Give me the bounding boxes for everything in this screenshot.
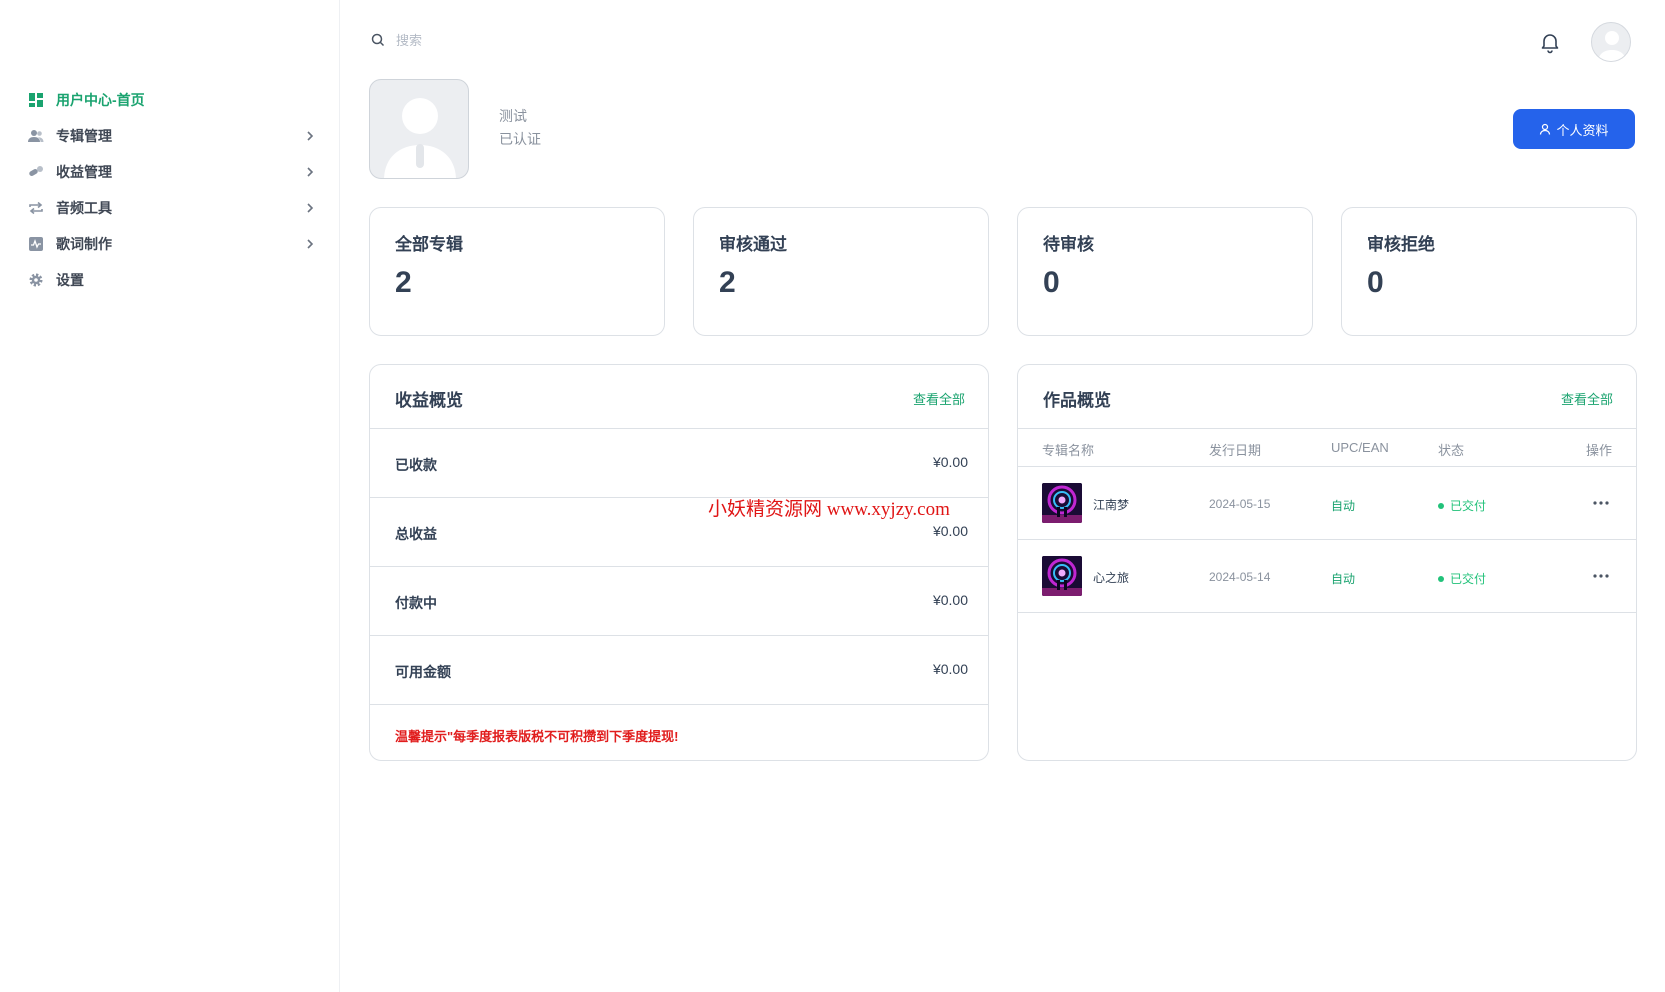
table-row[interactable]: 心之旅 2024-05-14 自动 已交付 — [1018, 540, 1636, 613]
earnings-row: 可用金额 ¥0.00 — [370, 636, 988, 705]
album-cover — [1042, 556, 1082, 596]
stat-label: 全部专辑 — [395, 235, 463, 254]
earnings-panel: 收益概览 查看全部 已收款 ¥0.00 总收益 ¥0.00 付款中 ¥0.00 … — [369, 364, 989, 761]
sidebar-item-label: 设置 — [56, 272, 84, 288]
sidebar-item-lyrics[interactable]: 歌词制作 — [28, 226, 318, 262]
album-name: 江南梦 — [1093, 498, 1130, 512]
earnings-row: 付款中 ¥0.00 — [370, 567, 988, 636]
column-header: UPC/EAN — [1331, 440, 1389, 455]
notice-text: 温馨提示"每季度报表版税不可积攒到下季度提现! — [395, 729, 679, 744]
table-header: 专辑名称 发行日期 UPC/EAN 状态 操作 — [1018, 429, 1636, 467]
chevron-right-icon — [307, 131, 314, 141]
bell-icon[interactable] — [1538, 30, 1562, 54]
stat-card-pending: 待审核 0 — [1017, 207, 1313, 336]
earnings-row: 已收款 ¥0.00 — [370, 429, 988, 498]
sidebar-item-label: 收益管理 — [56, 164, 112, 180]
verification-status: 已认证 — [499, 131, 541, 147]
pills-icon — [28, 164, 44, 180]
chevron-right-icon — [307, 167, 314, 177]
earnings-label: 总收益 — [395, 526, 437, 542]
panel-header: 作品概览 查看全部 — [1018, 365, 1636, 429]
status-badge: 已交付 — [1438, 497, 1486, 514]
stat-label: 审核拒绝 — [1367, 235, 1435, 254]
table-row[interactable]: 江南梦 2024-05-15 自动 已交付 — [1018, 467, 1636, 540]
stat-card-approved: 审核通过 2 — [693, 207, 989, 336]
profile-avatar — [369, 79, 469, 179]
status-dot — [1438, 575, 1444, 582]
chevron-right-icon — [307, 203, 314, 213]
earnings-value: ¥0.00 — [932, 661, 968, 677]
more-options-icon[interactable] — [1591, 568, 1611, 584]
view-all-earnings-link[interactable]: 查看全部 — [913, 389, 965, 408]
column-header: 操作 — [1585, 443, 1612, 458]
sidebar-nav: 用户中心-首页 专辑管理 收益管理 音频工具 歌词制作 设置 — [28, 82, 318, 298]
search-bar — [370, 32, 596, 48]
stat-label: 审核通过 — [719, 235, 787, 254]
sidebar-item-earnings[interactable]: 收益管理 — [28, 154, 318, 190]
avatar[interactable] — [1591, 22, 1631, 62]
more-options-icon[interactable] — [1591, 495, 1611, 511]
sidebar-item-albums[interactable]: 专辑管理 — [28, 118, 318, 154]
status-label: 已交付 — [1450, 499, 1487, 513]
earnings-label: 可用金额 — [395, 664, 451, 680]
stat-value: 0 — [1043, 266, 1060, 299]
search-input[interactable] — [396, 32, 596, 48]
album-cover — [1042, 483, 1082, 523]
view-all-works-link[interactable]: 查看全部 — [1561, 389, 1613, 408]
sidebar-item-home[interactable]: 用户中心-首页 — [28, 82, 318, 118]
upc-value: 自动 — [1331, 499, 1356, 513]
search-icon — [371, 33, 385, 47]
watermark-text: 小妖精资源网 www.xyjzy.com — [708, 499, 950, 520]
sidebar-item-label: 歌词制作 — [56, 236, 112, 252]
stat-value: 0 — [1367, 266, 1384, 299]
stat-card-rejected: 审核拒绝 0 — [1341, 207, 1637, 336]
release-date: 2024-05-15 — [1209, 497, 1271, 511]
status-label: 已交付 — [1450, 572, 1487, 586]
panel-header: 收益概览 查看全部 — [370, 365, 988, 429]
stat-label: 待审核 — [1043, 235, 1094, 254]
stat-card-all-albums: 全部专辑 2 — [369, 207, 665, 336]
release-date: 2024-05-14 — [1209, 570, 1271, 584]
column-header: 发行日期 — [1209, 443, 1262, 458]
panel-title: 收益概览 — [395, 391, 463, 410]
sidebar-item-label: 专辑管理 — [56, 128, 112, 144]
dashboard-icon — [28, 92, 44, 108]
panel-title: 作品概览 — [1043, 391, 1111, 410]
chevron-right-icon — [307, 239, 314, 249]
earnings-label: 已收款 — [395, 457, 437, 473]
users-icon — [28, 128, 44, 144]
earnings-value: ¥0.00 — [932, 592, 968, 608]
sidebar-item-label: 音频工具 — [56, 200, 112, 216]
profile-button[interactable]: 个人资料 — [1513, 109, 1635, 149]
stat-value: 2 — [719, 266, 736, 299]
user-icon — [1540, 123, 1551, 135]
repeat-icon — [28, 200, 44, 216]
column-header: 专辑名称 — [1042, 443, 1095, 458]
gear-icon — [28, 272, 44, 288]
works-panel: 作品概览 查看全部 专辑名称 发行日期 UPC/EAN 状态 操作 江南梦 20… — [1017, 364, 1637, 761]
album-name: 心之旅 — [1093, 571, 1130, 585]
profile-button-label: 个人资料 — [1556, 122, 1609, 138]
sidebar-item-audio-tools[interactable]: 音频工具 — [28, 190, 318, 226]
upc-value: 自动 — [1331, 572, 1356, 586]
stat-value: 2 — [395, 266, 412, 299]
earnings-value: ¥0.00 — [932, 523, 968, 539]
status-badge: 已交付 — [1438, 570, 1486, 587]
sidebar-item-label: 用户中心-首页 — [56, 92, 145, 108]
sidebar: 用户中心-首页 专辑管理 收益管理 音频工具 歌词制作 设置 — [0, 0, 340, 992]
sidebar-item-settings[interactable]: 设置 — [28, 262, 318, 298]
pulse-icon — [28, 236, 44, 252]
earnings-value: ¥0.00 — [932, 454, 968, 470]
column-header: 状态 — [1438, 443, 1465, 458]
earnings-label: 付款中 — [395, 595, 437, 611]
profile-name: 测试 — [499, 108, 527, 124]
status-dot — [1438, 502, 1444, 509]
